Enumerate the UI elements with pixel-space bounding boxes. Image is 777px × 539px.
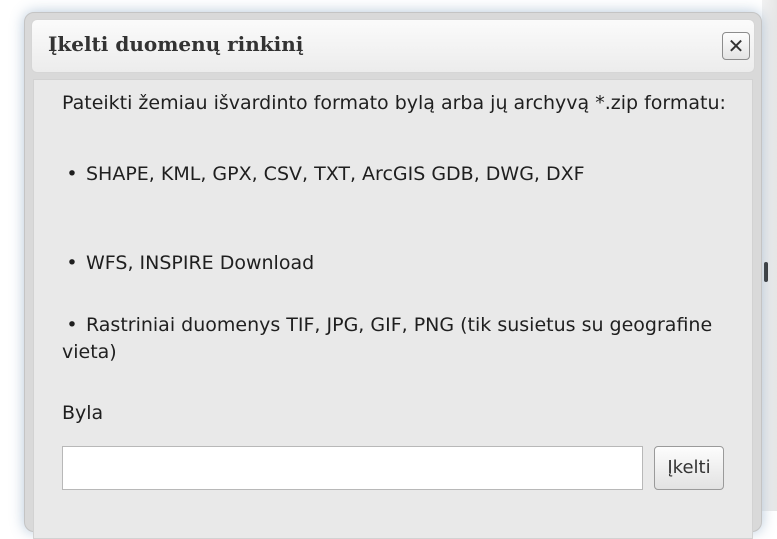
file-input[interactable]: [62, 446, 643, 490]
instructions-text: Pateikti žemiau išvardinto formato bylą …: [62, 92, 726, 114]
dialog-titlebar[interactable]: Įkelti duomenų rinkinį ✕: [31, 19, 755, 73]
format-item-text: Rastriniai duomenys TIF, JPG, GIF, PNG (…: [62, 314, 713, 363]
close-icon: ✕: [727, 34, 745, 58]
background-panel-edge: [762, 0, 777, 511]
bullet-icon: •: [66, 163, 78, 185]
format-item-text: SHAPE, KML, GPX, CSV, TXT, ArcGIS GDB, D…: [86, 163, 585, 185]
file-label: Byla: [62, 402, 104, 424]
format-list-item: • WFS, INSPIRE Download: [62, 250, 742, 277]
bullet-icon: •: [66, 314, 78, 336]
dialog-title: Įkelti duomenų rinkinį: [48, 32, 304, 56]
upload-button[interactable]: Įkelti: [654, 446, 724, 490]
upload-dataset-dialog: Įkelti duomenų rinkinį ✕ Pateikti žemiau…: [24, 12, 762, 539]
close-button[interactable]: ✕: [722, 32, 750, 60]
format-item-text: WFS, INSPIRE Download: [86, 252, 315, 274]
bullet-icon: •: [66, 252, 78, 274]
format-list-item: • Rastriniai duomenys TIF, JPG, GIF, PNG …: [62, 312, 742, 366]
background-scroll-marker: [764, 262, 768, 282]
format-list-item: • SHAPE, KML, GPX, CSV, TXT, ArcGIS GDB, …: [62, 161, 742, 188]
dialog-content: Pateikti žemiau išvardinto formato bylą …: [33, 79, 753, 539]
